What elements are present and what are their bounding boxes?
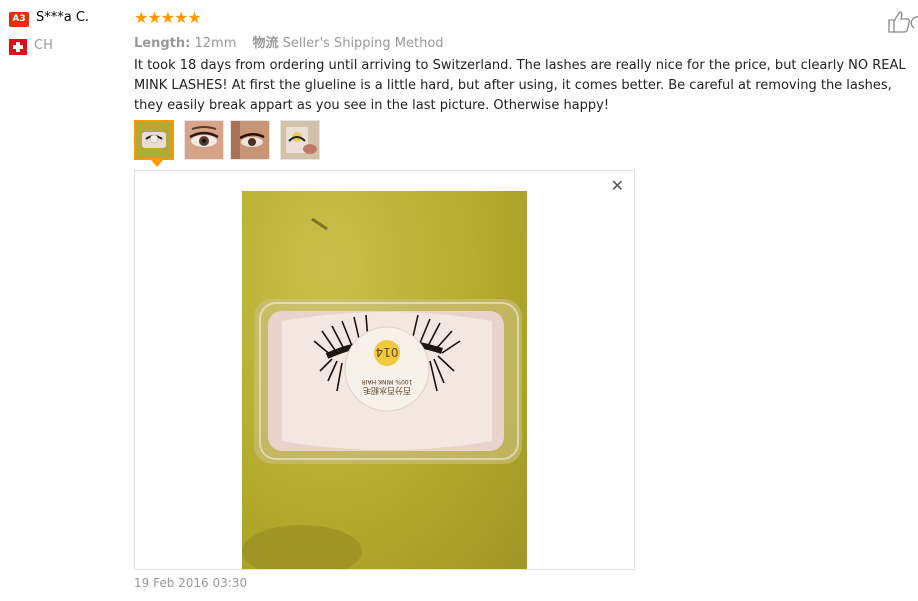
country-code: CH — [34, 38, 53, 53]
box-label-top: 100% MINK HAIR — [362, 378, 413, 385]
level-badge: A3 — [9, 12, 29, 27]
swiss-flag-icon — [9, 39, 27, 55]
review-date: 19 Feb 2016 03:30 — [134, 576, 248, 590]
length-label: Length: — [134, 36, 191, 51]
star-rating: ★★★★★ — [134, 8, 202, 27]
shipping-value: Seller's Shipping Method — [282, 36, 444, 51]
box-label-cn: 百分百水貂毛 — [363, 386, 411, 396]
thumbnail-2[interactable] — [184, 120, 224, 160]
box-code-label: 014 — [376, 345, 399, 359]
thumbnail-1[interactable] — [134, 120, 174, 167]
length-value: 12mm — [194, 36, 237, 51]
shipping-label: 物流 — [252, 36, 279, 51]
reviewer-name: S***a C. — [36, 10, 90, 25]
review-photo[interactable]: 014 100% MINK HAIR 百分百水貂毛 — [242, 191, 527, 569]
thumbs-up-icon — [888, 11, 918, 33]
product-info: Length: 12mm 物流 Seller's Shipping Method — [134, 32, 444, 51]
photo-viewer: ✕ 014 100% MINK HAIR 百分百水貂毛 — [134, 170, 635, 570]
thumbnail-3[interactable] — [230, 120, 270, 160]
like-button[interactable] — [887, 10, 918, 34]
close-icon[interactable]: ✕ — [611, 176, 624, 195]
review-text: It took 18 days from ordering until arri… — [134, 58, 906, 113]
active-thumbnail-indicator — [151, 160, 163, 167]
thumbnail-4[interactable] — [280, 120, 320, 160]
